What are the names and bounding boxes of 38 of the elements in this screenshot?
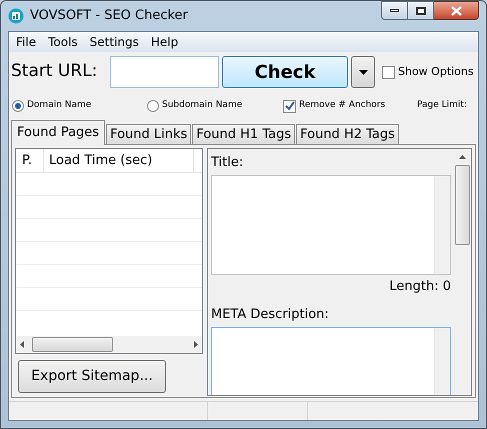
meta-description-label: META Description: (211, 306, 330, 324)
radio-button[interactable] (147, 100, 159, 112)
close-button[interactable] (434, 1, 479, 20)
window-title: VOVSOFT - SEO Checker (30, 7, 188, 26)
checkbox[interactable] (283, 100, 296, 112)
title-label: Title: (211, 154, 244, 172)
start-url-label: Start URL: (11, 60, 98, 84)
column-header[interactable]: P. (16, 149, 44, 172)
url-field[interactable] (110, 56, 219, 88)
right-arrow-icon[interactable] (194, 341, 198, 348)
caret-icon (358, 70, 368, 74)
up-arrow-icon[interactable] (459, 155, 466, 159)
check-button[interactable]: Check (222, 56, 348, 88)
maximize-button[interactable] (408, 1, 434, 20)
menu-item[interactable]: Tools (42, 33, 84, 51)
dropdown-button[interactable] (351, 56, 375, 88)
app-icon (8, 8, 24, 24)
close-icon (450, 6, 462, 16)
option-label: Domain Name (27, 99, 92, 112)
left-arrow-icon[interactable] (20, 341, 24, 348)
menu-item[interactable]: Settings (84, 33, 145, 51)
tab[interactable]: Found H2 Tags (296, 124, 399, 145)
page-limit-label: Page Limit: (417, 99, 467, 112)
export-sitemap-button[interactable]: Export Sitemap... (18, 360, 166, 393)
option-label: Remove # Anchors (299, 99, 386, 112)
column-header[interactable]: Load Time (sec) (44, 149, 194, 172)
tab[interactable]: Found Pages (11, 120, 106, 145)
show-options-label: Show Options (398, 64, 474, 80)
option-label: Subdomain Name (162, 99, 242, 112)
tab[interactable]: Found Links (106, 124, 192, 145)
menu-item[interactable]: Help (144, 33, 184, 51)
length-label: Length: 0 (389, 278, 451, 296)
radio-button[interactable] (12, 100, 24, 112)
show-options-checkbox[interactable] (382, 66, 395, 78)
menu-item[interactable]: File (10, 33, 42, 51)
tab[interactable]: Found H1 Tags (192, 124, 296, 145)
minimize-button[interactable] (381, 1, 408, 20)
horizontal-scrollbar[interactable] (16, 336, 202, 353)
